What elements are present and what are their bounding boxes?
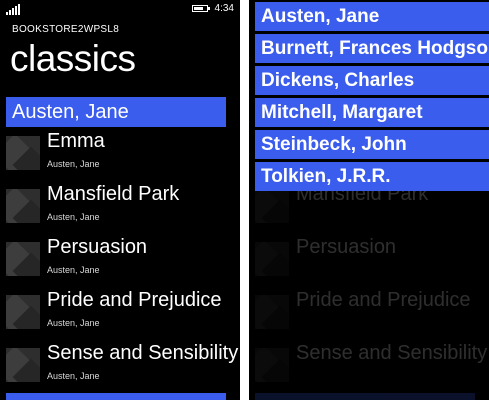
list-item-book: Persuasion [255, 236, 489, 290]
status-time: 4:34 [214, 3, 234, 14]
app-title: BOOKSTORE2WPSL8 [12, 24, 120, 35]
jump-item-tolkien[interactable]: Tolkien, J.R.R. [255, 162, 489, 191]
book-title: Persuasion [47, 236, 148, 258]
list-item-book: Mansfield Park [255, 183, 489, 237]
book-cover-thumbnail [255, 242, 289, 276]
next-group-header-edge [255, 393, 475, 400]
book-author: Austen, Jane [47, 212, 100, 222]
jump-item-mitchell[interactable]: Mitchell, Margaret [255, 98, 489, 127]
list-item-book: Sense and Sensibility [255, 342, 489, 396]
list-item-book[interactable]: Sense and Sensibility Austen, Jane [6, 342, 240, 396]
list-item-book[interactable]: Pride and Prejudice Austen, Jane [6, 289, 240, 343]
list-item-book[interactable]: Mansfield Park Austen, Jane [6, 183, 240, 237]
book-title: Pride and Prejudice [296, 289, 471, 311]
signal-strength-icon [6, 4, 20, 15]
book-cover-thumbnail [6, 189, 40, 223]
book-cover-thumbnail [6, 242, 40, 276]
phone-screen-jump-list: Mansfield Park Persuasion Pride and Prej… [249, 0, 489, 400]
jump-item-austen[interactable]: Austen, Jane [255, 2, 489, 31]
book-cover-thumbnail [6, 348, 40, 382]
book-title: Emma [47, 130, 105, 152]
book-cover-thumbnail [6, 295, 40, 329]
book-author: Austen, Jane [47, 318, 100, 328]
next-group-header-edge[interactable] [6, 393, 226, 400]
book-title: Mansfield Park [47, 183, 180, 205]
book-cover-thumbnail [255, 295, 289, 329]
book-author: Austen, Jane [47, 265, 100, 275]
battery-icon [192, 5, 210, 12]
book-author: Austen, Jane [47, 159, 100, 169]
list-item-book[interactable]: Persuasion Austen, Jane [6, 236, 240, 290]
list-item-book[interactable]: Emma Austen, Jane [6, 130, 240, 184]
book-cover-thumbnail [255, 348, 289, 382]
book-cover-thumbnail [6, 136, 40, 170]
book-cover-thumbnail [255, 189, 289, 223]
book-title: Persuasion [296, 236, 397, 258]
page-title: classics [10, 38, 136, 79]
status-bar: 4:34 [0, 0, 240, 18]
phone-screen-list: 4:34 BOOKSTORE2WPSL8 classics Austen, Ja… [0, 0, 240, 400]
group-header-austen[interactable]: Austen, Jane [6, 97, 226, 127]
jump-item-burnett[interactable]: Burnett, Frances Hodgson [255, 34, 489, 63]
book-title: Pride and Prejudice [47, 289, 222, 311]
book-author: Austen, Jane [47, 371, 100, 381]
jump-item-dickens[interactable]: Dickens, Charles [255, 66, 489, 95]
jump-item-steinbeck[interactable]: Steinbeck, John [255, 130, 489, 159]
book-title: Sense and Sensibility [47, 342, 239, 364]
list-item-book: Pride and Prejudice [255, 289, 489, 343]
book-title: Sense and Sensibility [296, 342, 488, 364]
